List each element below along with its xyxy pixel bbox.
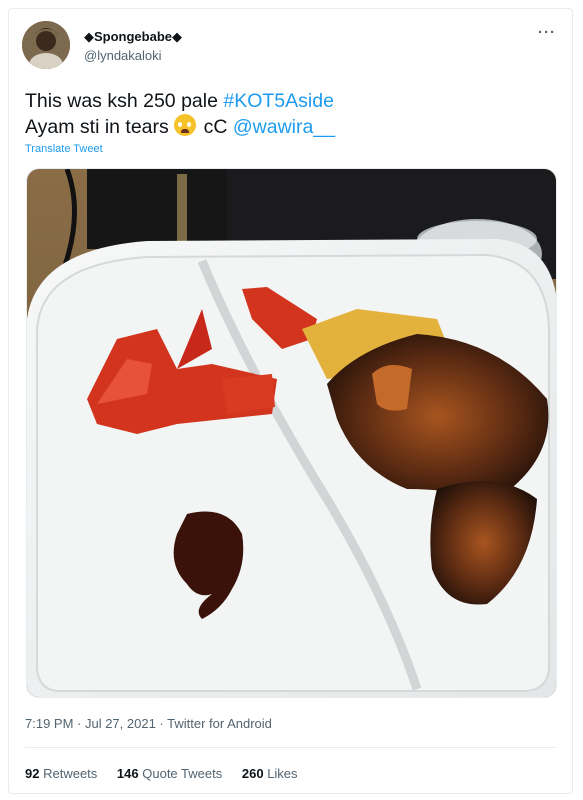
tweet-text-line1: This was ksh 250 pale	[25, 90, 224, 112]
tweet-text-cc: cC	[198, 116, 233, 138]
quotes-label: Quote Tweets	[142, 766, 223, 781]
quotes-count: 146	[116, 766, 139, 781]
user-handle[interactable]: @lyndakaloki	[84, 48, 162, 63]
mention-link[interactable]: @wawira__	[233, 116, 335, 138]
display-name[interactable]: ◆Spongebabe◆	[84, 29, 182, 45]
avatar[interactable]	[22, 21, 70, 69]
retweets-label: Retweets	[43, 766, 98, 781]
tweet-text-line2: Ayam sti in tears	[25, 116, 175, 138]
hashtag-link[interactable]: #KOT5Aside	[223, 90, 334, 112]
crying-face-emoji-icon	[174, 114, 197, 136]
retweets-count: 92	[25, 766, 40, 781]
likes-count: 260	[241, 766, 264, 781]
tweet-stats: 92 Retweets 146 Quote Tweets 260 Likes	[25, 766, 314, 781]
tweet-text: This was ksh 250 pale #KOT5Aside Ayam st…	[25, 88, 335, 140]
likes-label: Likes	[267, 766, 298, 781]
quote-tweets-stat[interactable]: 146 Quote Tweets	[117, 766, 222, 781]
tweet-timestamp[interactable]: 7:19 PM · Jul 27, 2021 · Twitter for And…	[25, 716, 272, 731]
likes-stat[interactable]: 260 Likes	[242, 766, 298, 781]
divider	[25, 747, 557, 748]
tweet-photo[interactable]	[26, 168, 557, 698]
retweets-stat[interactable]: 92 Retweets	[25, 766, 97, 781]
more-horizontal-icon[interactable]: ···	[538, 25, 556, 40]
translate-tweet-link[interactable]: Translate Tweet	[25, 143, 103, 155]
